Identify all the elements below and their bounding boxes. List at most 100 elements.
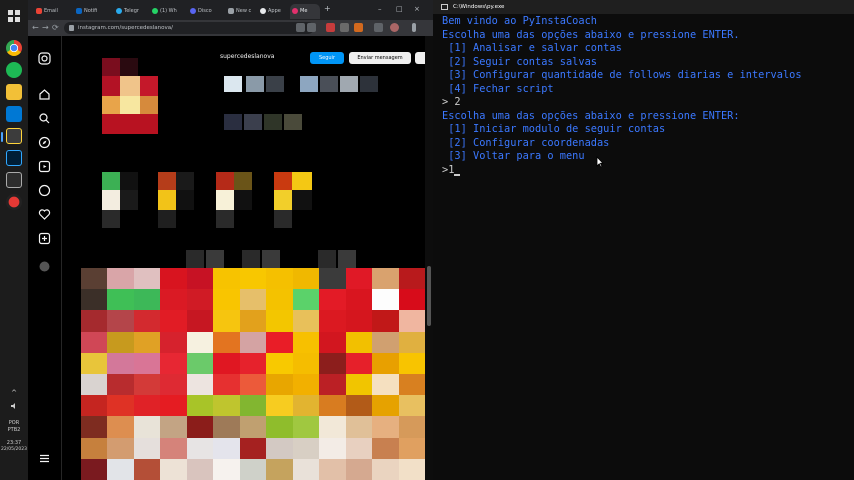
lock-icon [69,25,74,31]
browser-tab[interactable]: (1) Wh [150,4,186,19]
search-icon[interactable] [38,110,51,124]
highlight-item[interactable] [158,172,194,230]
console-window[interactable]: C:\Windows\py.exe Bem vindo ao PyInstaCo… [433,0,854,480]
home-icon[interactable] [38,86,51,100]
chrome-menu-icon[interactable] [412,23,416,32]
post-thumbnail-pixel [213,458,241,480]
follow-button[interactable]: Seguir [310,52,344,64]
chrome-icon[interactable] [6,40,22,56]
browser-tab[interactable]: Notifi [74,4,112,19]
post-thumbnail-pixel [81,416,108,439]
post-thumbnail-pixel [133,289,161,311]
profile-tabs [186,250,362,268]
extension-icon[interactable] [340,23,349,32]
post-thumbnail-pixel [81,352,108,375]
post-thumbnail-pixel [213,268,241,290]
volume-icon[interactable] [0,402,28,412]
browser-tab[interactable]: Telegr [114,4,148,19]
post-thumbnail-pixel [239,458,267,480]
spotify-icon[interactable] [6,62,22,78]
scrollbar-thumb[interactable] [427,266,431,326]
bookmark-star-icon[interactable] [307,23,316,32]
close-window-button[interactable]: × [414,4,420,14]
highlight-item[interactable] [102,172,138,230]
post-thumbnail-pixel [345,289,373,311]
python-console-icon[interactable] [1,128,22,144]
page-scrollbar[interactable] [425,36,433,480]
post-thumbnail-pixel [213,352,241,375]
explore-icon[interactable] [38,134,51,149]
browser-tab-active[interactable]: Me [290,4,320,19]
post-thumbnail-pixel [81,310,108,333]
post-thumbnail-pixel [372,437,400,460]
post-thumbnail-pixel [107,352,135,375]
reels-icon[interactable] [38,158,51,173]
file-explorer-icon[interactable] [6,84,22,100]
instagram-favicon-icon [292,8,298,14]
posts-grid[interactable] [81,268,426,480]
reload-button[interactable]: ⟳ [52,23,59,33]
console-output-line: Bem vindo ao PyInstaCoach [442,15,597,27]
keyboard-language-bottom[interactable]: PTB2 [0,427,28,433]
post-thumbnail-pixel [292,352,320,375]
post-thumbnail-pixel [107,395,135,417]
post-thumbnail-pixel [398,395,426,417]
post-thumbnail-pixel [266,289,294,311]
post-thumbnail-pixel [107,268,135,290]
post-thumbnail-pixel [266,352,294,375]
new-tab-button[interactable]: + [324,4,331,14]
highlight-item[interactable] [274,172,312,230]
linkedin-favicon-icon [76,8,82,14]
browser-tab[interactable]: Disco [188,4,224,19]
extension-icon[interactable] [354,23,363,32]
clock-time[interactable]: 23:37 [0,440,28,446]
tab-label: Me [300,8,308,14]
create-icon[interactable] [38,230,51,245]
post-thumbnail-pixel [160,374,188,396]
post-thumbnail-pixel [398,268,426,290]
tab-label: Telegr [124,8,139,14]
profile-icon[interactable] [38,258,51,272]
post-thumbnail-pixel [398,352,426,375]
minimize-button[interactable]: – [378,4,382,14]
menu-hamburger-icon[interactable] [38,450,51,463]
browser-tab[interactable]: New c [226,4,256,19]
back-button[interactable]: ← [32,23,39,33]
highlight-item[interactable] [216,172,252,230]
address-bar[interactable]: instagram.com/supercedeslanova/ [64,22,314,34]
post-thumbnail-pixel [186,310,214,333]
console-titlebar[interactable]: C:\Windows\py.exe [433,0,854,14]
browser-tab[interactable]: Appe [258,4,288,19]
start-menu-icon[interactable] [6,8,22,24]
instagram-logo-icon[interactable] [38,50,51,65]
send-message-button[interactable]: Enviar mensagem [349,52,411,64]
app-icon[interactable] [6,194,22,210]
post-thumbnail-pixel [160,437,188,460]
share-icon[interactable] [296,23,305,32]
notifications-heart-icon[interactable] [38,206,51,220]
clock-date[interactable]: 22/05/2023 [0,447,28,453]
post-thumbnail-pixel [372,352,400,375]
post-thumbnail-pixel [239,289,267,311]
post-thumbnail-pixel [107,437,135,460]
windows-taskbar: ^ POR PTB2 23:37 22/05/2023 [0,0,28,480]
post-thumbnail-pixel [372,416,400,439]
forward-button[interactable]: → [42,23,49,33]
browser-tab[interactable]: Email [34,4,72,19]
photoshop-icon[interactable] [6,150,22,166]
console-output[interactable]: Bem vindo ao PyInstaCoach Escolha uma das… [442,15,852,177]
post-thumbnail-pixel [319,374,347,396]
terminal-icon[interactable] [6,172,22,188]
maximize-button[interactable]: □ [396,4,403,14]
extension-icon[interactable] [326,23,335,32]
vscode-icon[interactable] [6,106,22,122]
post-thumbnail-pixel [266,395,294,417]
messages-icon[interactable] [38,182,51,197]
tray-overflow-icon[interactable]: ^ [0,390,28,397]
post-thumbnail-pixel [319,268,347,290]
post-thumbnail-pixel [319,352,347,375]
profile-avatar-icon[interactable] [390,23,399,32]
keyboard-language-top[interactable]: POR [0,420,28,426]
chrome-window: Email Notifi Telegr (1) Wh Disco New c A… [28,0,433,480]
extensions-puzzle-icon[interactable] [374,23,383,32]
